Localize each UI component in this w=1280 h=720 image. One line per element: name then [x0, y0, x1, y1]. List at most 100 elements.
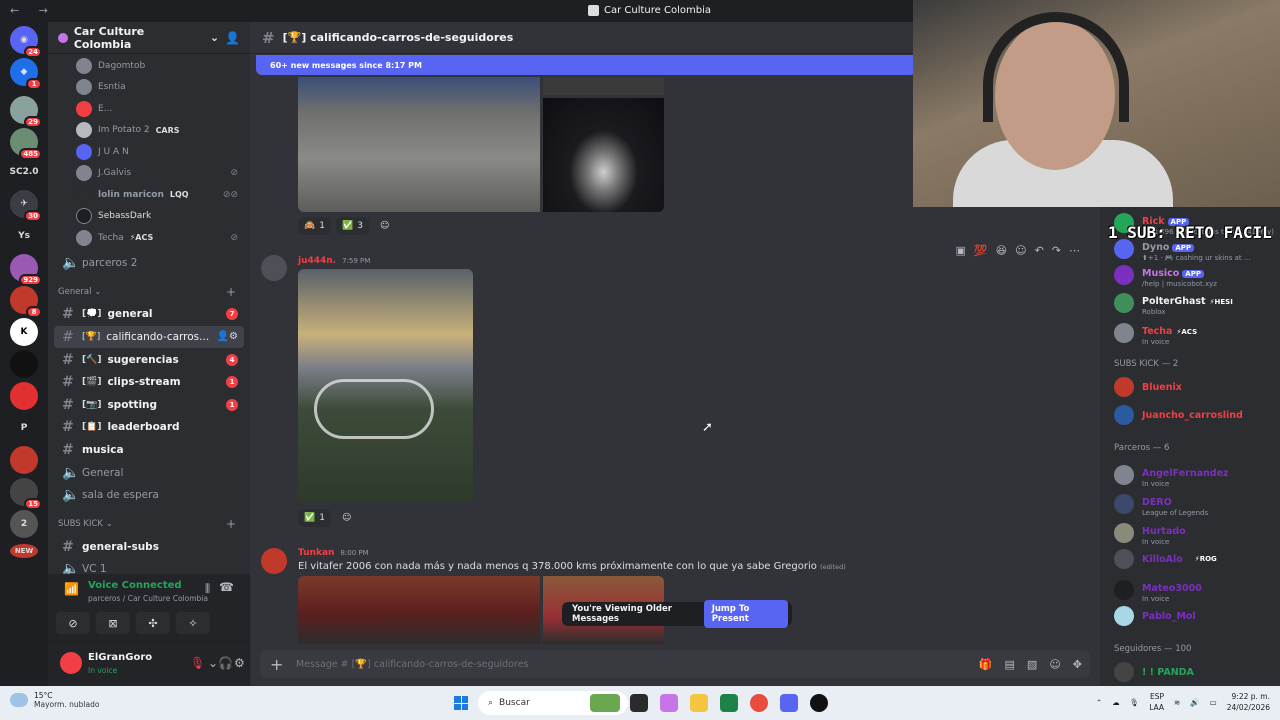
server-icon[interactable]: ◆ 1 [10, 58, 42, 90]
channel-musica[interactable]: # musica [54, 439, 244, 462]
server-icon[interactable]: SC2.0 [9, 158, 39, 186]
member-item[interactable]: Techa ⚡ACS In voice [1114, 319, 1197, 346]
member-item[interactable]: PolterGhast ⚡HESI Roblox [1114, 289, 1233, 316]
reaction-quick-icon[interactable]: 💯 [974, 244, 988, 257]
settings-gear-icon[interactable]: ⚙ [234, 656, 245, 670]
soundboard-button[interactable]: ✧ [176, 612, 210, 634]
nav-arrows[interactable]: ← → [10, 4, 56, 17]
server-icon[interactable]: 2 [10, 510, 38, 538]
user-avatar[interactable] [60, 652, 82, 674]
reaction[interactable]: 🙈 1 [298, 217, 331, 235]
sticker-icon[interactable]: ▧ [1027, 658, 1037, 671]
camera-off-button[interactable]: ⊘ [56, 612, 90, 634]
voice-channel-parceros-2[interactable]: 🔈 parceros 2 [54, 252, 244, 275]
chrome-icon[interactable] [750, 694, 768, 712]
obs-icon[interactable] [810, 694, 828, 712]
member-item[interactable]: AngelFernandez In voice [1114, 461, 1229, 488]
search-highlight-icon[interactable] [590, 694, 620, 712]
voice-member[interactable]: Im Potato 2 CARS [48, 120, 250, 142]
activities-button[interactable]: ✣ [136, 612, 170, 634]
more-icon[interactable]: ⋯ [1069, 244, 1080, 257]
member-item[interactable]: Juancho_carroslind [1114, 405, 1243, 425]
message-image[interactable] [298, 269, 473, 502]
screen-share-button[interactable]: ⊠ [96, 612, 130, 634]
gif-icon[interactable]: ▤ [1005, 658, 1015, 671]
channel-calificando[interactable]: # [🏆] calificando-carros... 👤⚙ [54, 325, 244, 349]
channel-settings-icon[interactable]: 👤⚙ [217, 331, 238, 342]
member-item[interactable]: Musico APP/help | musicobot.xyz [1114, 261, 1217, 288]
category-subs-kick[interactable]: SUBS KICK ⌄ + [48, 513, 250, 535]
channel-clips-stream[interactable]: # [🎬] clips-stream 1 [54, 371, 244, 394]
server-icon[interactable]: 8 [10, 286, 42, 318]
server-icon[interactable]: 15 [10, 478, 42, 510]
noise-suppression-icon[interactable]: ⫼ [205, 582, 210, 596]
member-item[interactable]: ! ! PANDA [1114, 662, 1194, 682]
reaction[interactable]: ✅ 1 [298, 509, 331, 527]
volume-icon[interactable]: 🔊 [1190, 698, 1199, 707]
voice-channel-general[interactable]: 🔈 General [54, 461, 244, 484]
channel-leaderboard[interactable]: # [📋] leaderboard [54, 416, 244, 439]
wifi-icon[interactable]: ≋ [1174, 698, 1180, 707]
mic-muted-icon[interactable]: 🎙 [190, 656, 205, 670]
member-item[interactable]: KilloAlo ⚡ROG [1114, 549, 1217, 569]
add-reaction-icon[interactable]: ☺ [1015, 244, 1026, 257]
channel-general-subs[interactable]: # general-subs [54, 535, 244, 558]
gift-icon[interactable]: 🎁 [979, 658, 993, 671]
channel-general[interactable]: # [💭] general 7 [54, 303, 244, 326]
discord-taskbar-icon[interactable] [780, 694, 798, 712]
jump-to-present-button[interactable]: Jump To Present [703, 600, 788, 628]
server-icon[interactable]: NEW [10, 544, 38, 558]
battery-icon[interactable]: ▭ [1210, 698, 1217, 707]
server-icon[interactable]: ✈ 30 [10, 190, 42, 222]
server-icon[interactable]: 485 [10, 128, 42, 160]
author-avatar[interactable] [261, 548, 287, 574]
message-author[interactable]: ju444n. 7:59 PM [298, 256, 370, 266]
forward-icon[interactable]: ↷ [1052, 244, 1061, 257]
excel-icon[interactable] [720, 694, 738, 712]
reply-icon[interactable]: ↶ [1035, 244, 1044, 257]
add-reaction-icon[interactable]: ☺ [374, 217, 395, 235]
voice-connected-label[interactable]: Voice Connected [88, 580, 182, 591]
server-icon[interactable]: Ys [10, 222, 38, 250]
category-general[interactable]: General ⌄ + [48, 281, 250, 303]
message-image[interactable] [543, 98, 664, 212]
voice-member[interactable]: SebassDark [48, 206, 250, 228]
member-item[interactable]: Hurtado In voice [1114, 519, 1186, 546]
message-image[interactable] [298, 77, 540, 212]
new-messages-bar[interactable]: 60+ new messages since 8:17 PM [256, 55, 916, 75]
author-name[interactable]: Tunkan [298, 548, 334, 558]
add-channel-icon[interactable]: + [226, 285, 236, 299]
message-author[interactable]: Tunkan 8:00 PM [298, 548, 369, 558]
voice-channel-sala-de-espera[interactable]: 🔈 sala de espera [54, 484, 244, 507]
server-icon[interactable] [10, 446, 38, 474]
user-name[interactable]: ElGranGoro [88, 652, 152, 663]
member-item[interactable]: Bluenix [1114, 377, 1182, 397]
emoji-icon[interactable]: ☺ [1049, 658, 1060, 671]
headphones-icon[interactable]: 🎧 [218, 656, 233, 670]
server-icon[interactable] [10, 350, 38, 378]
channel-sugerencias[interactable]: # [🔨] sugerencias 4 [54, 348, 244, 371]
reaction[interactable]: ✅ 3 [336, 217, 369, 235]
message-image[interactable] [298, 576, 540, 644]
copilot-icon[interactable] [660, 694, 678, 712]
voice-member[interactable]: J.Galvis ⊘ [48, 163, 250, 185]
attach-plus-icon[interactable]: + [270, 655, 283, 674]
member-item[interactable]: Mateo3000 In voice [1114, 576, 1202, 603]
add-channel-icon[interactable]: + [226, 517, 236, 531]
server-icon[interactable]: P [10, 414, 38, 442]
message-composer[interactable]: + Message # [🏆] calificando-carros-de-se… [260, 650, 1090, 678]
chevron-down-icon[interactable]: ⌄ [208, 656, 218, 670]
direct-messages-icon[interactable]: ◉ 24 [10, 26, 42, 58]
reaction-quick-icon[interactable]: 😆 [996, 244, 1007, 257]
server-icon[interactable]: K [10, 318, 38, 346]
add-reaction-icon[interactable]: ☺ [336, 509, 357, 527]
apps-icon[interactable]: ✥ [1073, 658, 1082, 671]
network-icon[interactable]: ☁ [1112, 698, 1120, 707]
composer-placeholder[interactable]: Message # [🏆] calificando-carros-de-segu… [296, 659, 529, 670]
voice-member[interactable]: J U A N [48, 141, 250, 163]
windows-start-icon[interactable] [454, 696, 468, 710]
author-name[interactable]: ju444n. [298, 256, 336, 266]
server-icon[interactable] [10, 382, 38, 410]
keyboard-language[interactable]: ESP LAA [1149, 691, 1164, 713]
chevron-up-icon[interactable]: ⌃ [1096, 698, 1102, 707]
